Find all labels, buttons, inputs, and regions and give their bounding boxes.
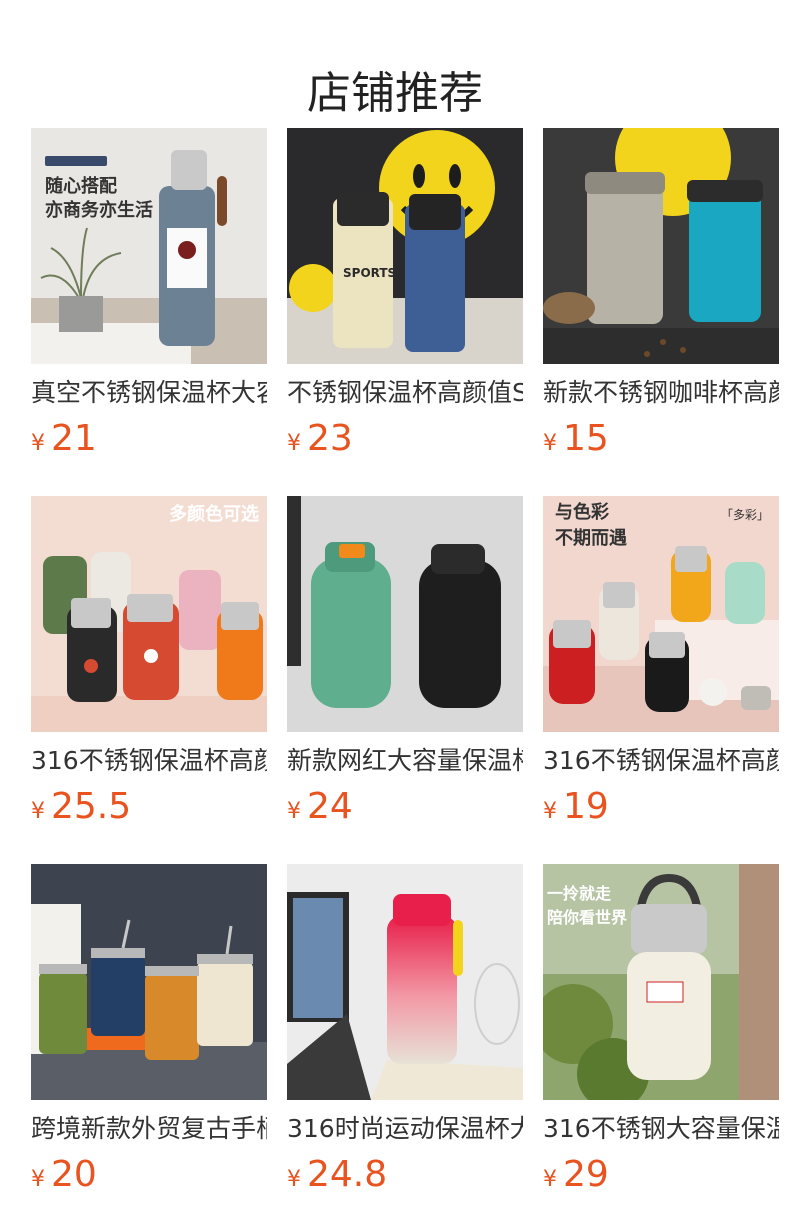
product-image[interactable]: 随心搭配 亦商务亦生活	[31, 128, 267, 364]
currency-symbol: ¥	[287, 799, 301, 824]
product-price: ¥24	[287, 784, 523, 830]
product-card[interactable]: 与色彩 不期而遇 「多彩」 316不锈钢保温杯高颜值 ¥19	[543, 496, 779, 864]
page-title: 店铺推荐	[307, 68, 483, 120]
product-name[interactable]: 316时尚运动保温杯大容量	[287, 1112, 523, 1146]
product-name[interactable]: 316不锈钢保温杯高颜值	[31, 744, 267, 778]
price-value: 29	[563, 1154, 609, 1195]
product-card[interactable]: 一拎就走 陪你看世界 316不锈钢大容量保温壶 ¥29	[543, 864, 779, 1232]
retro-handle-mugs-icon	[31, 864, 267, 1100]
two-sports-tumblers-icon	[287, 128, 523, 364]
product-price: ¥23	[287, 416, 523, 462]
price-value: 23	[307, 418, 353, 459]
currency-symbol: ¥	[543, 1167, 557, 1192]
image-tag: 「多彩」	[720, 508, 769, 522]
product-image[interactable]	[287, 496, 523, 732]
price-value: 25.5	[51, 786, 132, 827]
currency-symbol: ¥	[31, 799, 45, 824]
product-name[interactable]: 316不锈钢保温杯高颜值	[543, 744, 779, 778]
shop-recommend-page: 店铺推荐 随心搭配 亦商务亦生活 真空不锈钢保温杯大 ¥ 21 SPORTS 不…	[0, 0, 790, 1232]
image-caption-line2: 陪你看世界	[547, 908, 628, 927]
price-value: 21	[51, 418, 97, 459]
image-caption-line1: 与色彩	[555, 502, 609, 523]
price-value: 15	[563, 418, 609, 459]
product-name[interactable]: 真空不锈钢保温杯大容量	[31, 376, 267, 410]
image-caption-line1: 一拎就走	[547, 884, 612, 903]
pink-sport-bottle-icon	[287, 864, 523, 1100]
product-grid: 随心搭配 亦商务亦生活 真空不锈钢保温杯大容量 ¥21	[31, 128, 790, 1232]
two-take-away-bottles-icon	[287, 496, 523, 732]
image-caption-line1: 随心搭配	[45, 176, 117, 197]
product-price: ¥29	[543, 1152, 779, 1198]
product-card[interactable]: 新款网红大容量保温杯 ¥24	[287, 496, 523, 864]
currency-symbol: ¥	[31, 1167, 45, 1192]
product-card[interactable]: SPORTS 不锈钢保温杯高颜值SPORTS ¥23	[287, 128, 523, 496]
product-image[interactable]	[31, 864, 267, 1100]
product-price: ¥21	[31, 416, 267, 462]
product-image[interactable]: 一拎就走 陪你看世界	[543, 864, 779, 1100]
product-price: ¥19	[543, 784, 779, 830]
product-image[interactable]: SPORTS	[287, 128, 523, 364]
currency-symbol: ¥	[31, 431, 45, 456]
product-card[interactable]: 随心搭配 亦商务亦生活 真空不锈钢保温杯大容量 ¥21	[31, 128, 267, 496]
currency-symbol: ¥	[543, 431, 557, 456]
product-name[interactable]: 不锈钢保温杯高颜值SPORTS	[287, 376, 523, 410]
image-brand-label: SPORTS	[343, 266, 397, 280]
product-card[interactable]: 新款不锈钢咖啡杯高颜值 ¥15	[543, 128, 779, 496]
product-image[interactable]	[543, 128, 779, 364]
product-image[interactable]: 与色彩 不期而遇 「多彩」	[543, 496, 779, 732]
price-value: 19	[563, 786, 609, 827]
product-name[interactable]: 新款不锈钢咖啡杯高颜值	[543, 376, 779, 410]
price-value: 24.8	[307, 1154, 388, 1195]
image-caption-line2: 不期而遇	[555, 528, 627, 549]
product-card[interactable]: 多颜色可选 316不锈钢保温杯高颜值 ¥25.5	[31, 496, 267, 864]
two-coffee-tumblers-icon	[543, 128, 779, 364]
image-caption-line2: 亦商务亦生活	[45, 200, 153, 221]
product-price: ¥20	[31, 1152, 267, 1198]
currency-symbol: ¥	[287, 431, 301, 456]
product-price: ¥25.5	[31, 784, 267, 830]
product-card[interactable]: 跨境新款外贸复古手柄杯 ¥20	[31, 864, 267, 1232]
price-value: 24	[307, 786, 353, 827]
product-name[interactable]: 跨境新款外贸复古手柄杯	[31, 1112, 267, 1146]
currency-symbol: ¥	[543, 799, 557, 824]
product-card[interactable]: 316时尚运动保温杯大容量 ¥24.8	[287, 864, 523, 1232]
product-image[interactable]: 多颜色可选	[31, 496, 267, 732]
currency-symbol: ¥	[287, 1167, 301, 1192]
price-value: 20	[51, 1154, 97, 1195]
product-image[interactable]	[287, 864, 523, 1100]
blue-vacuum-flask-icon	[31, 128, 267, 364]
image-headline: 多颜色可选	[169, 504, 259, 525]
product-name[interactable]: 新款网红大容量保温杯	[287, 744, 523, 778]
colorful-handle-flasks-icon	[31, 496, 267, 732]
product-name[interactable]: 316不锈钢大容量保温壶	[543, 1112, 779, 1146]
product-price: ¥15	[543, 416, 779, 462]
product-price: ¥24.8	[287, 1152, 523, 1198]
